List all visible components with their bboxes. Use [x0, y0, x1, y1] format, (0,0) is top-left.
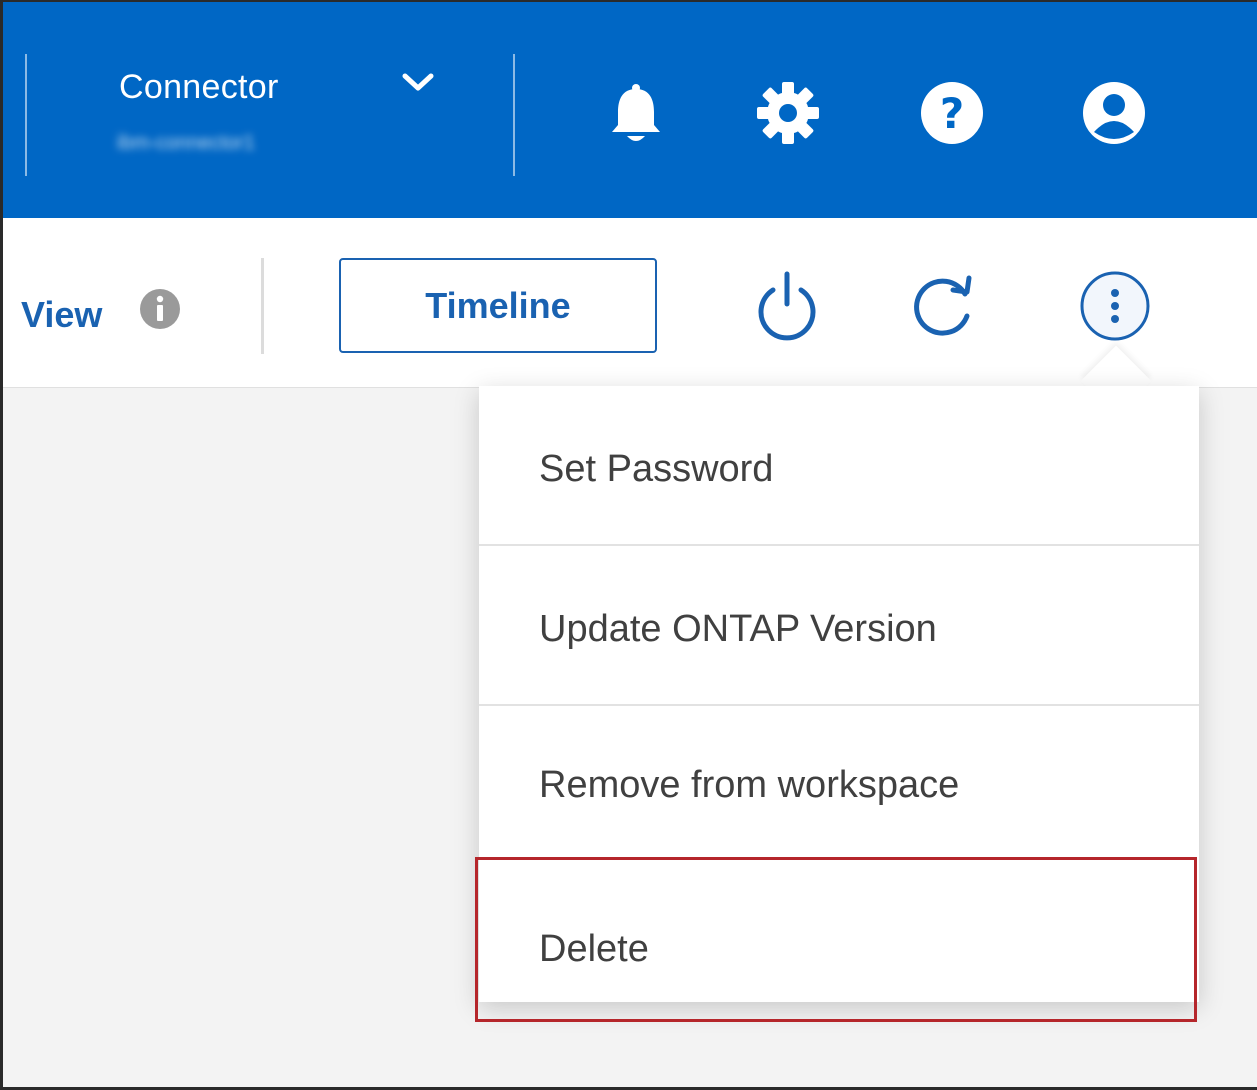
toolbar: View Timeline	[3, 218, 1257, 388]
options-menu: Set Password Update ONTAP Version Remove…	[479, 386, 1199, 1002]
menu-item-set-password[interactable]: Set Password	[479, 390, 1199, 548]
connector-selector[interactable]: Connector ibm-connector1	[93, 52, 453, 172]
chevron-down-icon	[402, 73, 434, 91]
menu-item-label: Set Password	[539, 447, 774, 490]
menu-item-delete[interactable]: Delete	[479, 870, 1199, 1028]
user-icon[interactable]	[1081, 80, 1147, 146]
power-icon[interactable]	[751, 270, 823, 342]
menu-item-label: Update ONTAP Version	[539, 607, 937, 650]
menu-separator	[479, 544, 1199, 546]
svg-text:?: ?	[940, 89, 964, 138]
app-window: Connector ibm-connector1 ? View Timeline…	[0, 0, 1257, 1090]
header-divider-right	[513, 54, 515, 176]
connector-label: Connector	[119, 68, 279, 106]
menu-item-label: Delete	[539, 927, 649, 970]
menu-item-remove-from-workspace[interactable]: Remove from workspace	[479, 706, 1199, 864]
connector-name: ibm-connector1	[117, 132, 255, 154]
gear-icon[interactable]	[755, 80, 821, 146]
more-options-icon[interactable]	[1079, 270, 1151, 342]
menu-item-update-ontap-version[interactable]: Update ONTAP Version	[479, 550, 1199, 708]
toolbar-divider	[261, 258, 264, 354]
menu-item-label: Remove from workspace	[539, 763, 960, 806]
view-link[interactable]: View	[21, 294, 102, 336]
timeline-button[interactable]: Timeline	[339, 258, 657, 353]
bell-icon[interactable]	[603, 80, 669, 146]
top-header-bar: Connector ibm-connector1 ?	[3, 2, 1257, 218]
header-divider-left	[25, 54, 27, 176]
refresh-icon[interactable]	[909, 270, 981, 342]
help-icon[interactable]: ?	[919, 80, 985, 146]
info-icon[interactable]	[139, 288, 181, 330]
